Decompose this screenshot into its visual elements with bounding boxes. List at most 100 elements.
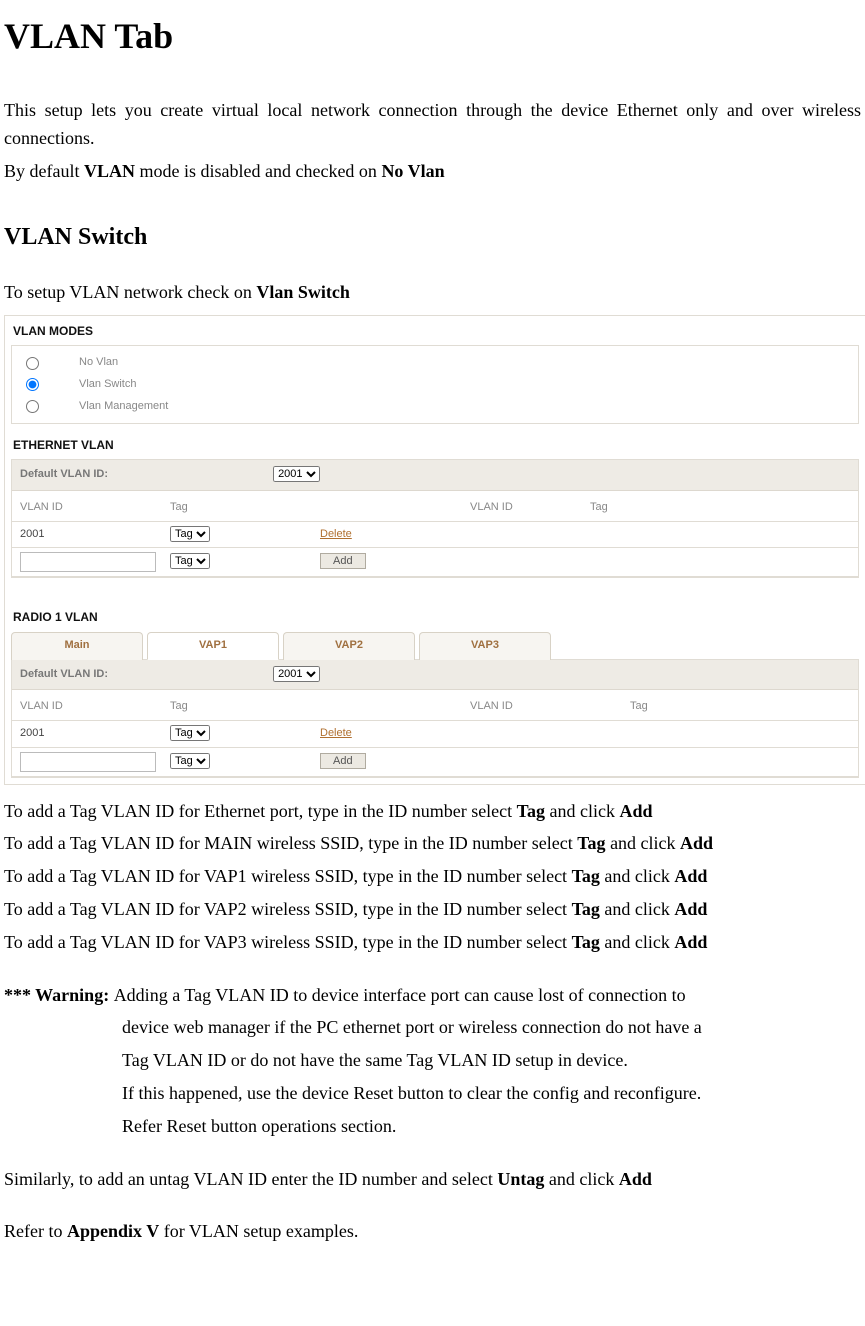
col-vlanid: VLAN ID (20, 499, 170, 517)
text-bold: No Vlan (381, 161, 444, 181)
default-vlan-select-radio[interactable]: 2001 (273, 666, 320, 682)
radio-label: Vlan Switch (79, 376, 136, 394)
col-vlanid-2: VLAN ID (440, 499, 590, 517)
tab-vap2[interactable]: VAP2 (283, 632, 415, 660)
intro-text-1: This setup lets you create virtual local… (4, 96, 861, 154)
text: and click (600, 899, 674, 919)
text-bold: Add (674, 932, 707, 952)
text-bold: Add (674, 899, 707, 919)
text: To setup VLAN network check on (4, 282, 256, 302)
delete-link[interactable]: Delete (320, 528, 352, 540)
tag-select[interactable]: Tag (170, 526, 210, 542)
text-bold: Add (674, 866, 707, 886)
setup-text: To setup VLAN network check on Vlan Swit… (4, 278, 861, 307)
col-tag-2: Tag (590, 698, 730, 716)
text: and click (600, 866, 674, 886)
text: By default (4, 161, 84, 181)
text-bold: Add (619, 1169, 652, 1189)
text: and click (606, 833, 680, 853)
instr-eth: To add a Tag VLAN ID for Ethernet port, … (4, 797, 861, 826)
text-bold: Add (680, 833, 713, 853)
default-vlan-select[interactable]: 2001 (273, 466, 320, 482)
text: and click (600, 932, 674, 952)
warning-line4: If this happened, use the device Reset b… (122, 1079, 861, 1108)
text: for VLAN setup examples. (159, 1221, 358, 1241)
eth-header-row: VLAN ID Tag VLAN ID Tag (12, 491, 858, 522)
page-title: VLAN Tab (4, 8, 861, 66)
text-bold: Vlan Switch (256, 282, 350, 302)
add-button[interactable]: Add (320, 553, 366, 569)
radio-vlan-mgmt-row: Vlan Management (20, 396, 850, 418)
default-vlan-row: Default VLAN ID: 2001 (12, 460, 858, 491)
add-button-radio[interactable]: Add (320, 753, 366, 769)
text-bold: Tag (517, 801, 545, 821)
warning-block: *** Warning: Adding a Tag VLAN ID to dev… (4, 981, 861, 1141)
radio-vlan-management[interactable] (26, 400, 39, 413)
text: To add a Tag VLAN ID for VAP1 wireless S… (4, 866, 572, 886)
text-bold: Appendix V (67, 1221, 159, 1241)
tab-vap1[interactable]: VAP1 (147, 632, 279, 660)
text-bold: Add (620, 801, 653, 821)
text: To add a Tag VLAN ID for Ethernet port, … (4, 801, 517, 821)
warning-line1: *** Warning: Adding a Tag VLAN ID to dev… (4, 981, 861, 1010)
vlan-id-value: 2001 (20, 725, 170, 743)
section-heading: VLAN Switch (4, 218, 861, 256)
vlan-config-figure: VLAN MODES No Vlan Vlan Switch Vlan Mana… (4, 315, 865, 785)
instr-vap1: To add a Tag VLAN ID for VAP1 wireless S… (4, 862, 861, 891)
text: Similarly, to add an untag VLAN ID enter… (4, 1169, 497, 1189)
instr-vap3: To add a Tag VLAN ID for VAP3 wireless S… (4, 928, 861, 957)
default-vlan-row-radio: Default VLAN ID: 2001 (12, 660, 858, 691)
radio-label: Vlan Management (79, 398, 168, 416)
text: To add a Tag VLAN ID for VAP3 wireless S… (4, 932, 572, 952)
vlan-id-value: 2001 (20, 526, 170, 544)
ethernet-vlan-box: Default VLAN ID: 2001 VLAN ID Tag VLAN I… (11, 459, 859, 578)
vlan-id-input-radio[interactable] (20, 752, 156, 772)
tag-select-new[interactable]: Tag (170, 553, 210, 569)
text-bold: Untag (497, 1169, 544, 1189)
text: and click (544, 1169, 618, 1189)
text-bold: Tag (572, 866, 600, 886)
vlan-modes-label: VLAN MODES (5, 316, 865, 345)
text-bold: VLAN (84, 161, 135, 181)
vlan-id-input[interactable] (20, 552, 156, 572)
appendix-ref: Refer to Appendix V for VLAN setup examp… (4, 1217, 861, 1246)
delete-link-radio[interactable]: Delete (320, 727, 352, 739)
text-bold: Tag (572, 932, 600, 952)
radio-header-row: VLAN ID Tag VLAN ID Tag (12, 690, 858, 721)
ethernet-vlan-label: ETHERNET VLAN (5, 430, 865, 459)
vap-tabs: Main VAP1 VAP2 VAP3 (11, 632, 859, 660)
eth-data-row: 2001 Tag Delete (12, 522, 858, 549)
text: and click (545, 801, 619, 821)
tab-vap3[interactable]: VAP3 (419, 632, 551, 660)
warning-line3: Tag VLAN ID or do not have the same Tag … (122, 1046, 861, 1075)
text: Refer to (4, 1221, 67, 1241)
vlan-modes-box: No Vlan Vlan Switch Vlan Management (11, 345, 859, 424)
radio-vlan-switch[interactable] (26, 378, 39, 391)
col-vlanid: VLAN ID (20, 698, 170, 716)
text-bold: Tag (572, 899, 600, 919)
eth-add-row: Tag Add (12, 548, 858, 577)
tab-main[interactable]: Main (11, 632, 143, 660)
instr-vap2: To add a Tag VLAN ID for VAP2 wireless S… (4, 895, 861, 924)
radio-no-vlan[interactable] (26, 357, 39, 370)
untag-instr: Similarly, to add an untag VLAN ID enter… (4, 1165, 861, 1194)
col-tag: Tag (170, 698, 320, 716)
instr-main: To add a Tag VLAN ID for MAIN wireless S… (4, 829, 861, 858)
radio-vlan-switch-row: Vlan Switch (20, 374, 850, 396)
text: mode is disabled and checked on (135, 161, 381, 181)
text: To add a Tag VLAN ID for MAIN wireless S… (4, 833, 577, 853)
col-tag-2: Tag (590, 499, 690, 517)
warning-line2: device web manager if the PC ethernet po… (122, 1013, 861, 1042)
text-bold: Tag (577, 833, 605, 853)
radio-add-row: Tag Add (12, 748, 858, 777)
tag-select-radio-new[interactable]: Tag (170, 753, 210, 769)
radio-data-row: 2001 Tag Delete (12, 721, 858, 748)
text: Adding a Tag VLAN ID to device interface… (114, 985, 686, 1005)
default-vlan-label: Default VLAN ID: (20, 666, 270, 684)
radio-no-vlan-row: No Vlan (20, 352, 850, 374)
col-vlanid-2: VLAN ID (440, 698, 590, 716)
default-vlan-label: Default VLAN ID: (20, 466, 270, 484)
intro-text-2: By default VLAN mode is disabled and che… (4, 157, 861, 186)
warning-line5: Refer Reset button operations section. (122, 1112, 861, 1141)
tag-select-radio[interactable]: Tag (170, 725, 210, 741)
